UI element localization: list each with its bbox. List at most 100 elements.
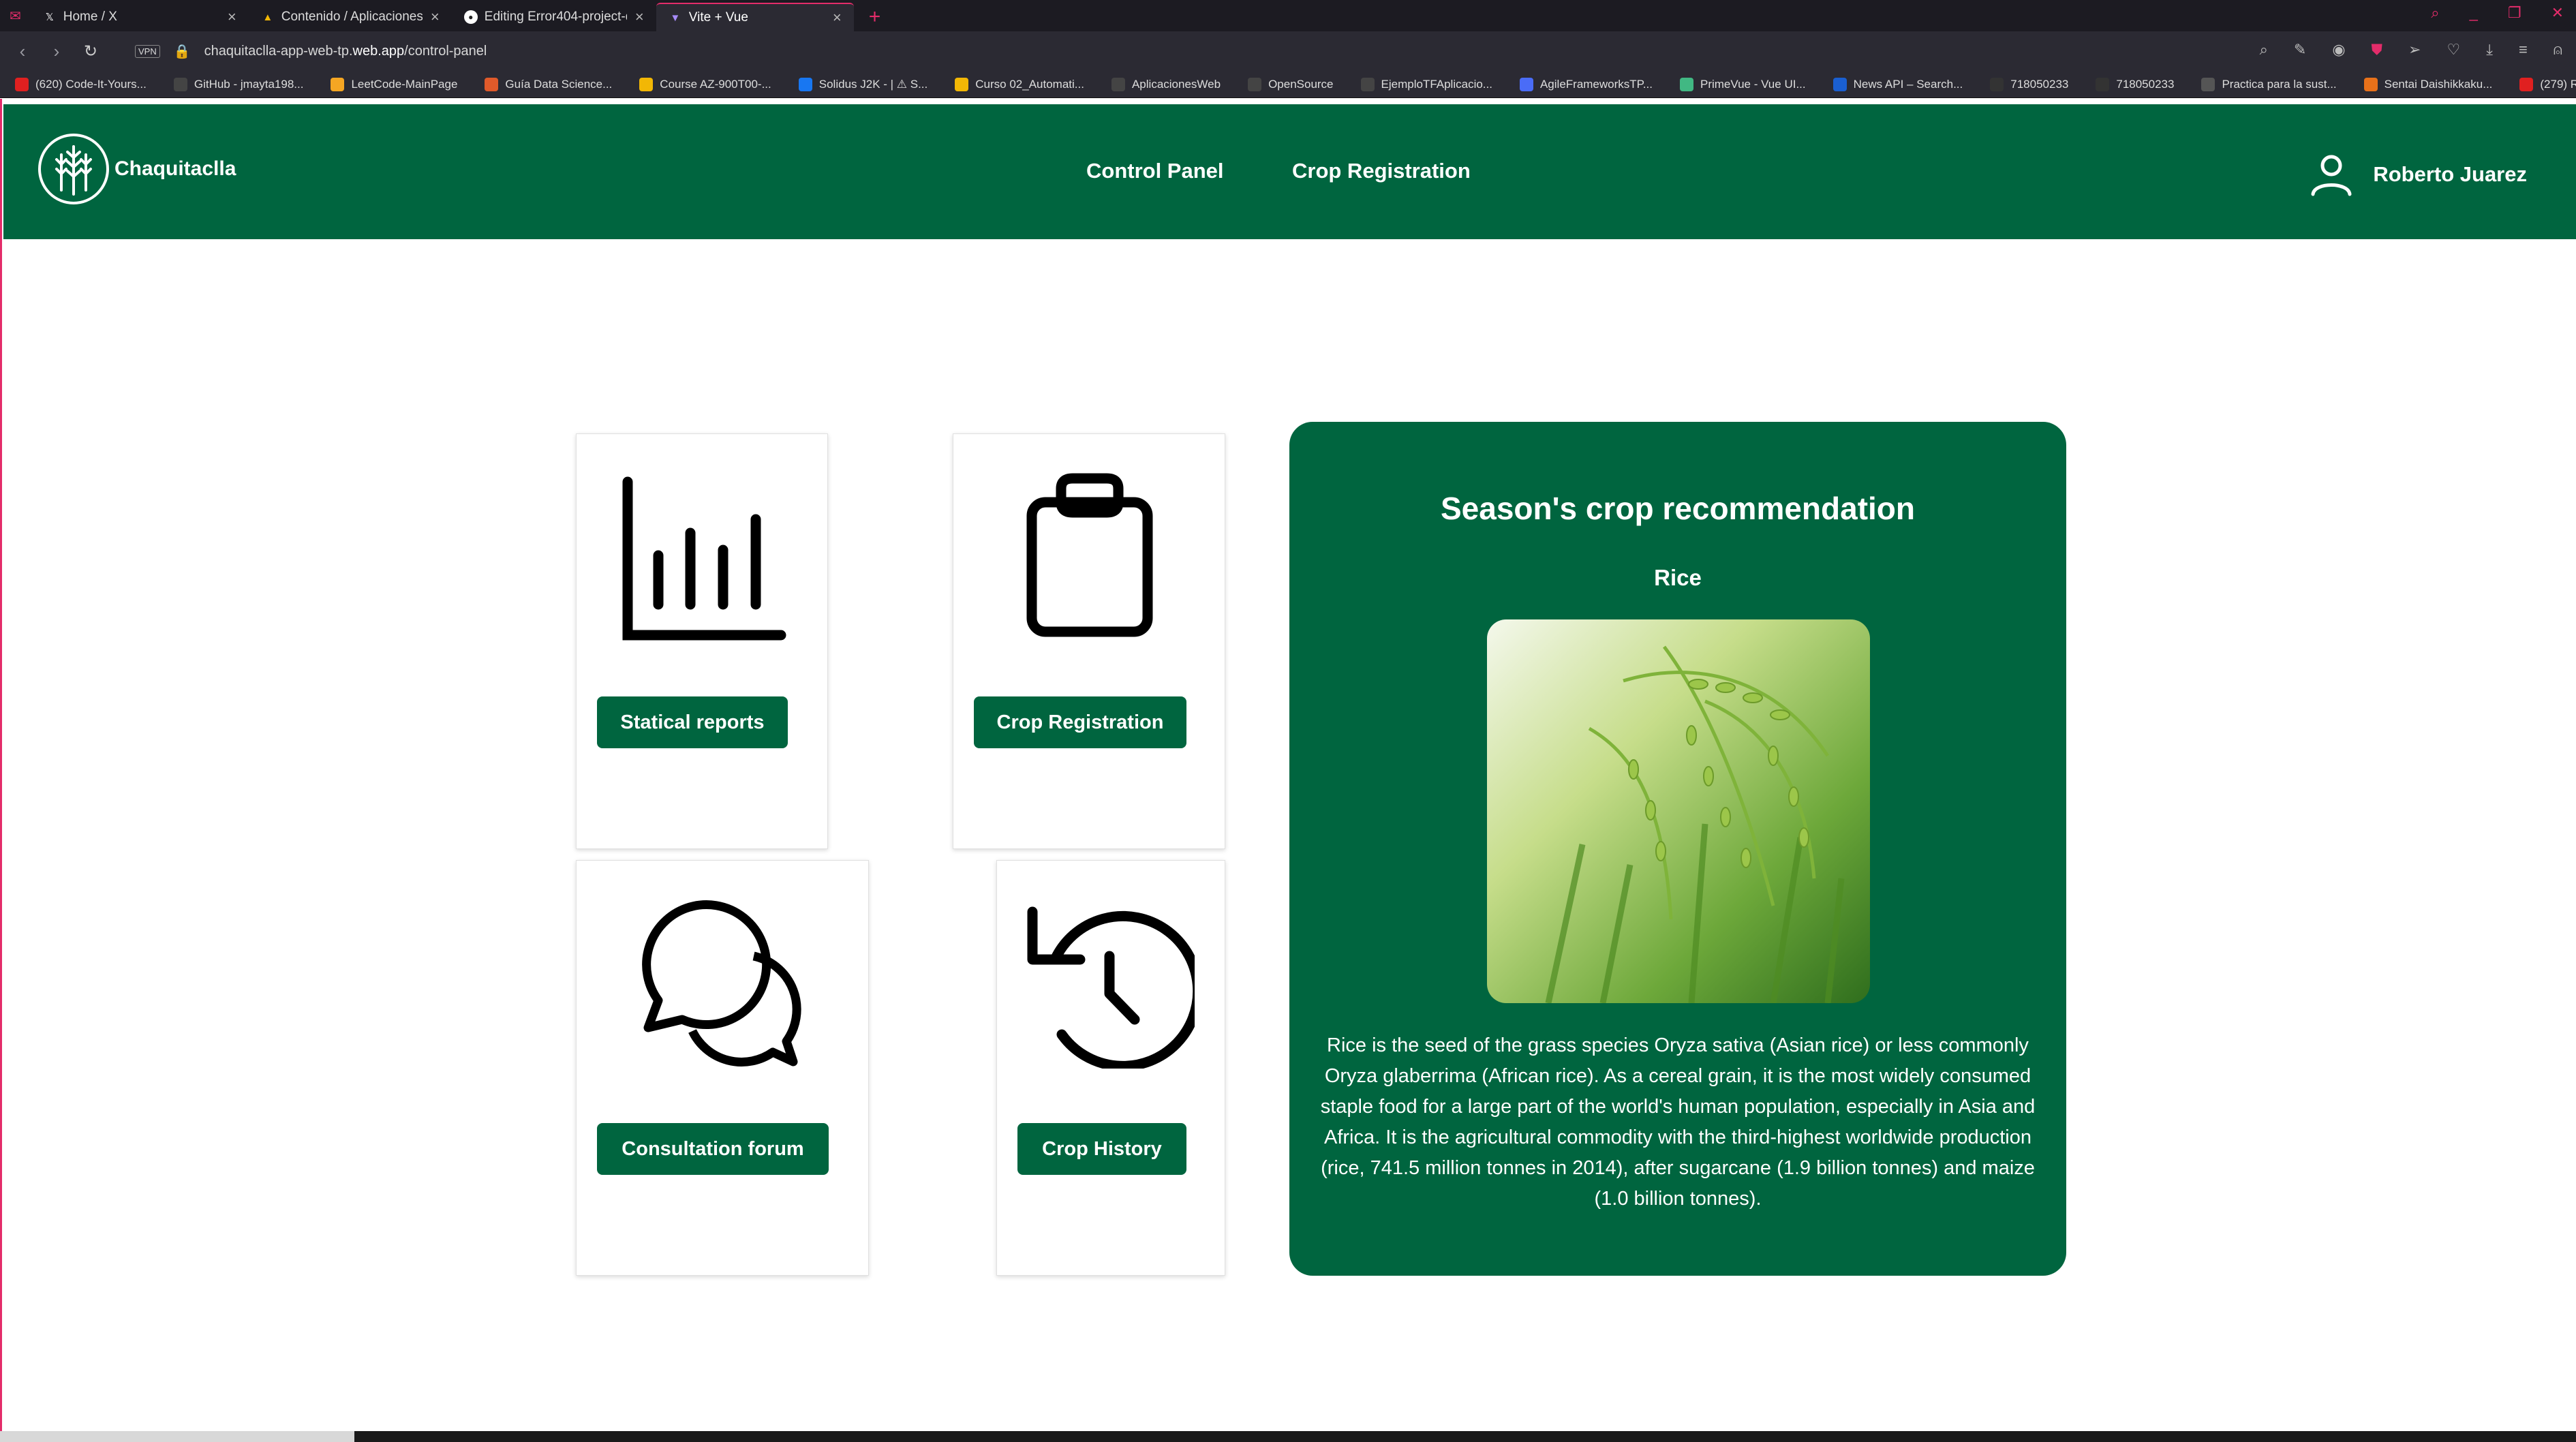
vpn-badge[interactable]: VPN <box>135 44 160 58</box>
bookmark-label: Solidus J2K - | ⚠ S... <box>818 77 928 91</box>
bookmark-favicon-icon <box>2201 77 2215 91</box>
browser-tab-vite-vue[interactable]: ▼ Vite + Vue × <box>656 3 854 31</box>
bookmark-item[interactable]: (279) Round Robin... <box>2519 77 2576 91</box>
user-menu[interactable]: Roberto Juarez <box>2309 152 2527 197</box>
bookmark-item[interactable]: Guía Data Science... <box>485 77 613 91</box>
app-header: Chaquitaclla Control Panel Crop Registra… <box>3 104 2576 239</box>
bookmark-label: LeetCode-MainPage <box>351 77 458 91</box>
bookmark-item[interactable]: 718050233 <box>1990 77 2068 91</box>
taskbar-search-area[interactable] <box>0 1431 354 1442</box>
bookmark-item[interactable]: Curso 02_Automati... <box>955 77 1084 91</box>
firefox-view-icon[interactable]: ✉ <box>0 7 31 31</box>
recommended-crop-name: Rice <box>1654 565 1702 590</box>
close-window-icon[interactable]: ✕ <box>2551 4 2564 22</box>
bookmark-item[interactable]: EjemploTFAplicacio... <box>1360 77 1492 91</box>
vite-icon: ▼ <box>670 12 681 24</box>
bookmark-item[interactable]: OpenSource <box>1248 77 1334 91</box>
reload-icon[interactable]: ↻ <box>74 42 108 61</box>
close-tab-icon[interactable]: × <box>635 8 644 26</box>
bookmark-item[interactable]: Course AZ-900T00-... <box>639 77 771 91</box>
bookmark-favicon-icon <box>1111 77 1125 91</box>
url-prefix: chaquitaclla-app-web-tp. <box>204 43 353 59</box>
forward-icon[interactable]: › <box>40 41 74 62</box>
crop-history-button[interactable]: Crop History <box>1017 1123 1186 1175</box>
bookmark-favicon-icon <box>485 77 499 91</box>
bookmark-favicon-icon <box>1990 77 2004 91</box>
bookmark-label: AplicacionesWeb <box>1131 77 1221 91</box>
close-tab-icon[interactable]: × <box>431 8 440 26</box>
wheat-logo-icon[interactable] <box>36 132 111 206</box>
bookmark-favicon-icon <box>955 77 969 91</box>
bookmark-item[interactable]: Sentai Daishikkaku... <box>2363 77 2493 91</box>
shield-icon[interactable]: ⛊ <box>2372 41 2383 59</box>
bookmark-favicon-icon <box>331 77 345 91</box>
bookmark-label: Guía Data Science... <box>505 77 613 91</box>
bookmark-item[interactable]: GitHub - jmayta198... <box>173 77 303 91</box>
bookmark-favicon-icon <box>1519 77 1533 91</box>
bookmark-item[interactable]: Solidus J2K - | ⚠ S... <box>798 77 928 91</box>
nav-control-panel[interactable]: Control Panel <box>1086 159 1224 183</box>
github-icon: ● <box>463 10 478 24</box>
zoom-icon[interactable]: ⌕ <box>2260 41 2268 59</box>
x-icon: 𝕏 <box>45 12 54 23</box>
account-icon[interactable]: ⍝ <box>2554 41 2562 59</box>
browser-tab-github[interactable]: ● Editing Error404-project-d × <box>452 3 656 31</box>
consultation-forum-button[interactable]: Consultation forum <box>597 1123 829 1175</box>
download-icon[interactable]: ⤓ <box>2486 41 2493 59</box>
lock-icon[interactable]: 🔒 <box>174 43 191 60</box>
close-tab-icon[interactable]: × <box>228 8 236 26</box>
bookmark-item[interactable]: Practica para la sust... <box>2201 77 2337 91</box>
user-name: Roberto Juarez <box>2373 162 2527 186</box>
address-input[interactable]: chaquitaclla-app-web-tp.web.app/control-… <box>204 44 487 59</box>
rice-plant-image <box>1487 619 1870 1003</box>
bookmark-item[interactable]: PrimeVue - Vue UI... <box>1679 77 1806 91</box>
bookmark-item[interactable]: LeetCode-MainPage <box>331 77 458 91</box>
bookmark-favicon-icon <box>2519 77 2534 91</box>
user-icon <box>2311 155 2352 196</box>
bookmark-label: Sentai Daishikkaku... <box>2384 77 2493 91</box>
bookmark-favicon-icon <box>1679 77 1693 91</box>
heart-icon[interactable]: ♡ <box>2447 41 2460 59</box>
chat-bubbles-icon <box>642 900 801 1067</box>
camera-icon[interactable]: ◉ <box>2332 41 2345 59</box>
bookmark-label: PrimeVue - Vue UI... <box>1700 77 1806 91</box>
bookmark-item[interactable]: 718050233 <box>2096 77 2174 91</box>
bookmark-item[interactable]: (620) Code-It-Yours... <box>15 77 147 91</box>
bookmark-favicon-icon <box>1248 77 1262 91</box>
bar-chart-icon <box>622 476 786 641</box>
new-tab-icon[interactable]: + <box>854 3 896 31</box>
search-tabs-icon[interactable]: ⌕ <box>2431 4 2439 22</box>
nav-crop-registration[interactable]: Crop Registration <box>1292 159 1471 183</box>
back-icon[interactable]: ‹ <box>5 41 40 62</box>
bookmark-label: OpenSource <box>1268 77 1334 91</box>
browser-url-bar: ‹ › ↻ VPN 🔒 chaquitaclla-app-web-tp.web.… <box>0 31 2576 71</box>
browser-tab-contenido[interactable]: ▲ Contenido / Aplicaciones W × <box>249 3 452 31</box>
edit-icon[interactable]: ✎ <box>2294 41 2306 59</box>
bookmark-favicon-icon <box>798 77 812 91</box>
bookmarks-bar: (620) Code-It-Yours... GitHub - jmayta198… <box>0 71 2576 98</box>
bookmark-item[interactable]: AplicacionesWeb <box>1111 77 1221 91</box>
send-icon[interactable]: ➢ <box>2408 41 2421 59</box>
statical-reports-button[interactable]: Statical reports <box>597 696 788 748</box>
card-crop-registration: Crop Registration <box>953 433 1225 849</box>
bookmark-favicon-icon <box>173 77 187 91</box>
crop-registration-button[interactable]: Crop Registration <box>974 696 1186 748</box>
brand-name[interactable]: Chaquitaclla <box>114 157 236 181</box>
bookmark-favicon-icon <box>1833 77 1847 91</box>
bookmark-label: Curso 02_Automati... <box>975 77 1084 91</box>
bookmark-label: News API – Search... <box>1853 77 1963 91</box>
bookmark-favicon-icon <box>639 77 654 91</box>
close-tab-icon[interactable]: × <box>833 9 842 27</box>
bookmark-label: (620) Code-It-Yours... <box>35 77 147 91</box>
bookmark-item[interactable]: AgileFrameworksTP... <box>1519 77 1653 91</box>
bookmark-item[interactable]: News API – Search... <box>1833 77 1963 91</box>
bookmark-favicon-icon <box>2096 77 2110 91</box>
card-statical-reports: Statical reports <box>576 433 828 849</box>
restore-icon[interactable]: ❐ <box>2508 4 2521 22</box>
minimize-icon[interactable]: _ <box>2470 4 2478 22</box>
menu-icon[interactable]: ≡ <box>2519 41 2528 59</box>
browser-tab-x[interactable]: 𝕏 Home / X × <box>31 3 249 31</box>
google-drive-icon: ▲ <box>262 11 273 23</box>
bookmark-label: Course AZ-900T00-... <box>660 77 771 91</box>
bookmark-favicon-icon <box>15 77 29 91</box>
